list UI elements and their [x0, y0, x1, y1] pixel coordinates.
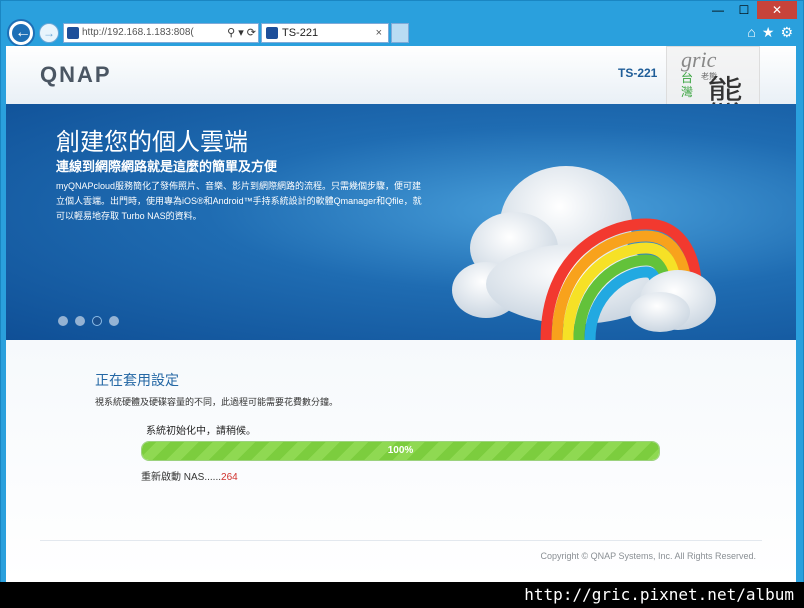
- progress-percent: 100%: [387, 445, 414, 456]
- slide-dot-1[interactable]: [58, 316, 68, 326]
- progress-bar: 100%: [141, 441, 660, 461]
- slide-dot-3[interactable]: [92, 316, 102, 326]
- close-window-button[interactable]: ✕: [757, 1, 797, 19]
- page-content: QNAP TS-221 gric 台灣 老熊 熊 創建您的個人雲端 連線到網際網…: [6, 46, 796, 582]
- address-tools: ⚲ ▾ ⟳: [227, 24, 256, 42]
- minimize-button[interactable]: —: [705, 1, 731, 19]
- refresh-icon[interactable]: ⟳: [247, 27, 256, 39]
- banner-description: myQNAPcloud服務簡化了發佈照片、音樂、影片到網際網路的流程。只需幾個步…: [56, 181, 422, 221]
- banner-subtitle: 連線到網際網路就是這麼的簡單及方便: [56, 159, 278, 174]
- progress-label: 系統初始化中，請稍候。: [146, 426, 256, 437]
- favorites-star-icon[interactable]: ★: [762, 24, 775, 41]
- section-note: 視系統硬體及硬碟容量的不同，此過程可能需要花費數分鐘。: [95, 397, 339, 407]
- album-url: http://gric.pixnet.net/album: [524, 585, 794, 604]
- section-title: 正在套用設定: [95, 372, 179, 388]
- footer-divider: [40, 540, 762, 541]
- browser-navbar: ← → http://192.168.1.183:808( ⚲ ▾ ⟳ TS-2…: [5, 19, 799, 47]
- setup-progress-section: 正在套用設定 視系統硬體及硬碟容量的不同，此過程可能需要花費數分鐘。 系統初始化…: [6, 340, 796, 582]
- new-tab-button[interactable]: [391, 23, 409, 43]
- browser-tools: ⌂ ★ ⚙: [747, 24, 793, 41]
- tab-ts221[interactable]: TS-221 ×: [261, 23, 389, 43]
- cloud-rainbow-illustration: [452, 166, 716, 340]
- model-name: TS-221: [618, 66, 658, 80]
- back-arrow-icon: ←: [15, 24, 31, 41]
- album-url-bar: http://gric.pixnet.net/album: [0, 582, 804, 608]
- search-icon[interactable]: ⚲ ▾: [227, 27, 244, 39]
- status-text: 重新啟動 NAS......: [141, 472, 222, 483]
- hero-banner: 創建您的個人雲端 連線到網際網路就是這麼的簡單及方便 myQNAPcloud服務…: [6, 104, 796, 340]
- address-bar[interactable]: http://192.168.1.183:808( ⚲ ▾ ⟳: [63, 23, 259, 43]
- address-text: http://192.168.1.183:808(: [82, 27, 194, 38]
- home-icon[interactable]: ⌂: [747, 24, 755, 41]
- tab-label: TS-221: [282, 27, 319, 39]
- slide-dot-2[interactable]: [75, 316, 85, 326]
- slide-indicator: [58, 316, 119, 326]
- tab-favicon-icon: [266, 27, 278, 39]
- restart-status: 重新啟動 NAS......264: [141, 468, 238, 483]
- forward-button[interactable]: →: [39, 23, 59, 43]
- site-favicon-icon: [67, 27, 79, 39]
- maximize-button[interactable]: ☐: [731, 1, 757, 19]
- copyright: Copyright © QNAP Systems, Inc. All Right…: [540, 551, 756, 561]
- qnap-logo: QNAP: [40, 62, 112, 87]
- banner-title: 創建您的個人雲端: [56, 129, 248, 156]
- status-count: 264: [221, 472, 238, 483]
- tab-close-icon[interactable]: ×: [376, 24, 382, 42]
- watermark-tw: 台灣: [681, 71, 694, 99]
- back-button[interactable]: ←: [7, 19, 35, 47]
- slide-dot-4[interactable]: [109, 316, 119, 326]
- window-caption-buttons: — ☐ ✕: [705, 1, 797, 19]
- settings-gear-icon[interactable]: ⚙: [780, 24, 793, 41]
